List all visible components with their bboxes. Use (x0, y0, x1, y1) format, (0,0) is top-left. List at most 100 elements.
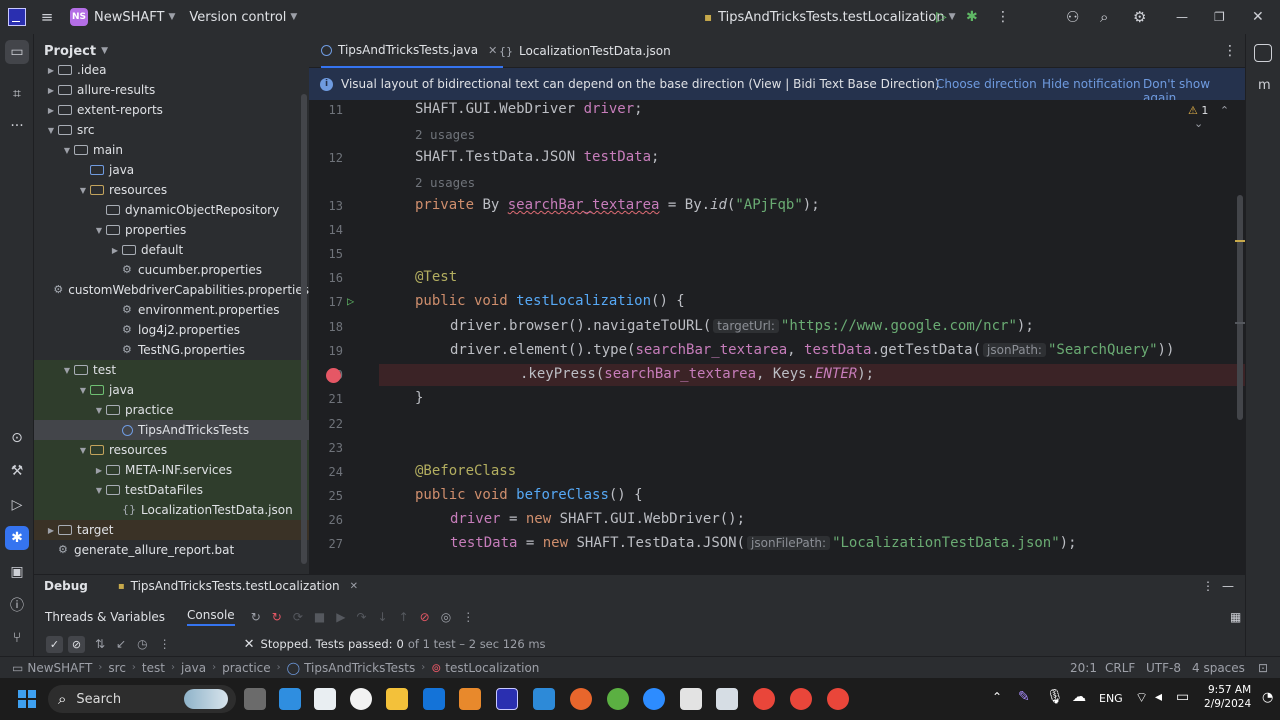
chrome-icon[interactable] (827, 688, 849, 710)
microphone-icon[interactable]: 🎙 (1046, 689, 1064, 705)
code-editor[interactable]: 1112131415161718192021222324252627 ⚠ 1 ⌃… (309, 100, 1245, 570)
mail-icon[interactable] (423, 688, 445, 710)
run-test-gutter-icon[interactable]: ▷ (347, 294, 354, 308)
breadcrumb-item[interactable]: TipsAndTricksTests (304, 661, 415, 675)
task-view-icon[interactable] (244, 688, 266, 710)
tab-threads-variables[interactable]: Threads & Variables (45, 610, 165, 624)
terminal-tool-button[interactable]: ▣ (5, 560, 29, 584)
widgets-icon[interactable] (279, 688, 301, 710)
breakpoint-icon[interactable] (326, 368, 341, 383)
tab-tips-and-tricks-tests[interactable]: TipsAndTricksTests.java ✕ (321, 34, 504, 68)
chevron-down-icon[interactable]: ⌄ (1194, 117, 1203, 130)
tree-item[interactable]: ⚙ customWebdriverCapabilities.properties (34, 280, 309, 300)
git-tool-button[interactable]: ⑂ (5, 626, 29, 650)
more-vertical-icon[interactable]: ⋮ (1202, 579, 1214, 593)
project-tool-button[interactable]: ▭ (5, 40, 29, 64)
tab-console[interactable]: Console (187, 608, 235, 626)
chevron-down-icon[interactable]: ▼ (44, 126, 58, 135)
tree-item[interactable]: java (34, 160, 309, 180)
indent-setting[interactable]: 4 spaces (1192, 661, 1245, 675)
main-menu-icon[interactable]: ≡ (30, 0, 64, 34)
vscode-icon[interactable] (533, 688, 555, 710)
tree-item[interactable]: TipsAndTricksTests (34, 420, 309, 440)
notification-center-icon[interactable]: ◔ (1262, 690, 1273, 705)
tree-item[interactable]: ▶ default (34, 240, 309, 260)
ai-assistant-button[interactable]: m (1258, 78, 1271, 93)
show-ignored-toggle[interactable]: ⊘ (68, 635, 85, 653)
tree-item[interactable]: dynamicObjectRepository (34, 200, 309, 220)
tree-item[interactable]: ▼ java (34, 380, 309, 400)
more-tools-button[interactable]: ··· (5, 114, 29, 138)
chevron-right-icon[interactable]: ▶ (44, 106, 58, 115)
utorrent-icon[interactable] (607, 688, 629, 710)
chevron-down-icon[interactable]: ▼ (76, 186, 90, 195)
view-breakpoints-icon[interactable]: ◎ (441, 610, 451, 624)
battery-icon[interactable]: ▭ (1176, 689, 1189, 705)
chevron-right-icon[interactable]: ▶ (44, 526, 58, 535)
tree-item[interactable]: ▶ extent-reports (34, 100, 309, 120)
store-icon[interactable] (314, 688, 336, 710)
tree-item[interactable]: ▶ allure-results (34, 80, 309, 100)
chevron-right-icon[interactable]: ▶ (108, 246, 122, 255)
sort-icon[interactable]: ⇅ (95, 637, 105, 651)
line-separator[interactable]: CRLF (1105, 661, 1135, 675)
more-actions-button[interactable]: ⋮ (996, 0, 1010, 34)
rerun-failed-icon[interactable]: ↻ (272, 610, 282, 624)
tree-item[interactable]: ▼ resources (34, 440, 309, 460)
chevron-right-icon[interactable]: ▶ (44, 86, 58, 95)
file-explorer-icon[interactable] (386, 688, 408, 710)
rerun-icon[interactable]: ↻ (251, 610, 261, 624)
collapse-icon[interactable]: ↙ (116, 637, 126, 651)
settings-button[interactable]: ⚙ (1133, 0, 1146, 34)
structure-tool-button[interactable]: ⌗ (5, 82, 29, 106)
chevron-down-icon[interactable]: ▼ (60, 146, 74, 155)
pen-icon[interactable]: ✎ (1018, 689, 1030, 705)
taskbar-search[interactable]: ⌕ Search (48, 685, 236, 713)
show-passed-toggle[interactable]: ✓ (46, 635, 63, 653)
problems-tool-button[interactable]: ⓘ (5, 593, 29, 617)
breadcrumb-item[interactable]: testLocalization (445, 661, 539, 675)
breadcrumb-item[interactable]: java (181, 661, 206, 675)
intellij-taskbar-icon[interactable] (496, 688, 518, 710)
mute-breakpoints-icon[interactable]: ⊘ (420, 610, 430, 624)
tree-item[interactable]: ▼ main (34, 140, 309, 160)
usages-hint[interactable]: 2 usages (415, 127, 475, 142)
usages-hint[interactable]: 2 usages (415, 175, 475, 190)
tree-item[interactable]: ⚙ environment.properties (34, 300, 309, 320)
chevron-right-icon[interactable]: ▶ (44, 66, 58, 75)
chrome-icon[interactable] (790, 688, 812, 710)
caret-position[interactable]: 20:1 (1070, 661, 1097, 675)
hide-panel-icon[interactable]: — (1222, 579, 1234, 593)
minimize-button[interactable]: — (1176, 0, 1188, 34)
tree-item[interactable]: ▼ resources (34, 180, 309, 200)
lock-icon[interactable]: ⊡ (1258, 661, 1268, 675)
build-tool-button[interactable]: ⚒ (5, 459, 29, 483)
app-icon[interactable] (350, 688, 372, 710)
snipping-tool-icon[interactable] (716, 688, 738, 710)
tree-item[interactable]: ⚙ TestNG.properties (34, 340, 309, 360)
history-icon[interactable]: ◷ (137, 637, 147, 651)
tree-item[interactable]: ▼ properties (34, 220, 309, 240)
tree-item[interactable]: ⚙ cucumber.properties (34, 260, 309, 280)
chevron-down-icon[interactable]: ▼ (92, 486, 106, 495)
wifi-icon[interactable]: ⌔ (1135, 689, 1148, 707)
scroll-marker[interactable] (1235, 322, 1245, 324)
more-vertical-icon[interactable]: ⋮ (462, 610, 474, 624)
tree-item[interactable]: ▶ target (34, 520, 309, 540)
debug-button[interactable]: ✱ (966, 0, 978, 34)
warning-marker[interactable] (1235, 240, 1245, 242)
close-button[interactable]: ✕ (1252, 0, 1264, 34)
tree-item[interactable]: ▶ .idea (34, 60, 309, 80)
volume-icon[interactable]: ◂ (1155, 689, 1162, 705)
slack-icon[interactable] (680, 688, 702, 710)
close-tab-icon[interactable]: ✕ (488, 44, 497, 57)
chevron-down-icon[interactable]: ▼ (92, 406, 106, 415)
tab-localization-test-data[interactable]: {} LocalizationTestData.json (499, 34, 671, 68)
taskbar-clock[interactable]: 9:57 AM 2/9/2024 (1204, 683, 1251, 711)
tree-item[interactable]: ▶ META-INF.services (34, 460, 309, 480)
vlc-icon[interactable] (459, 688, 481, 710)
services-tool-button[interactable]: ⊙ (5, 426, 29, 450)
chevron-up-icon[interactable]: ⌃ (1220, 104, 1229, 117)
tree-item[interactable]: ▼ testDataFiles (34, 480, 309, 500)
zoom-icon[interactable] (643, 688, 665, 710)
